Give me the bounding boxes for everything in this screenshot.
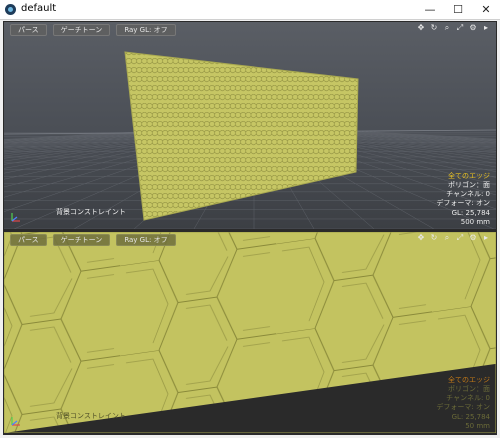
perspective-button[interactable]: パース	[10, 234, 47, 246]
raygl-button[interactable]: Ray GL: オフ	[116, 234, 176, 246]
info-deformers: デフォーマ: オン	[436, 199, 490, 208]
maximize-view-icon[interactable]: ⤢	[456, 24, 464, 32]
viewport-bottom[interactable]: パース ゲーチトーン Ray GL: オフ ✥ ↻ ⌕ ⤢ ⚙ ▸ 背景コンスト…	[4, 232, 496, 433]
move-view-icon[interactable]: ✥	[417, 24, 425, 32]
info-grid-size: 50 mm	[465, 421, 490, 430]
info-channels: チャンネル: 0	[446, 394, 490, 403]
info-channels: チャンネル: 0	[446, 190, 490, 199]
window-titlebar: default — ☐ ✕	[0, 0, 500, 20]
background-constraint-label: 背景コンストレイント	[56, 208, 126, 216]
viewport-bottom-info: 全てのエッジ ポリゴン：面 チャンネル: 0 デフォーマ: オン GL: 25,…	[436, 376, 490, 431]
close-button[interactable]: ✕	[472, 0, 500, 19]
maximize-button[interactable]: ☐	[444, 0, 472, 19]
zoom-view-icon[interactable]: ⌕	[443, 24, 451, 32]
info-gl: GL: 25,784	[451, 412, 490, 421]
viewport-bottom-canvas[interactable]	[4, 232, 496, 433]
shading-button[interactable]: ゲーチトーン	[52, 234, 111, 246]
rotate-view-icon[interactable]: ↻	[430, 24, 438, 32]
info-gl: GL: 25,784	[451, 208, 490, 217]
expand-icon[interactable]: ▸	[482, 234, 490, 242]
info-polygons: ポリゴン：面	[448, 384, 490, 393]
app-icon	[5, 4, 16, 15]
info-edges: 全てのエッジ	[448, 375, 490, 384]
window-title: default	[21, 3, 57, 14]
info-polygons: ポリゴン：面	[448, 180, 490, 189]
axis-gizmo-icon	[11, 213, 20, 222]
axis-gizmo-icon	[11, 417, 20, 426]
viewport-top-canvas[interactable]	[4, 22, 496, 229]
viewport-top[interactable]: パース ゲーチトーン Ray GL: オフ ✥ ↻ ⌕ ⤢ ⚙ ▸ 背景コンスト…	[4, 22, 496, 229]
viewport-bottom-toolbar: パース ゲーチトーン Ray GL: オフ	[10, 234, 176, 246]
info-deformers: デフォーマ: オン	[436, 403, 490, 412]
zoom-view-icon[interactable]: ⌕	[443, 234, 451, 242]
viewport-bottom-nav-icons: ✥ ↻ ⌕ ⤢ ⚙ ▸	[417, 234, 490, 242]
info-grid-size: 500 mm	[460, 217, 490, 226]
move-view-icon[interactable]: ✥	[417, 234, 425, 242]
maximize-view-icon[interactable]: ⤢	[456, 234, 464, 242]
raygl-button[interactable]: Ray GL: オフ	[116, 24, 176, 36]
hex-mesh-closeup[interactable]	[4, 232, 496, 433]
rotate-view-icon[interactable]: ↻	[430, 234, 438, 242]
background-constraint-label: 背景コンストレイント	[56, 412, 126, 420]
settings-icon[interactable]: ⚙	[469, 24, 477, 32]
perspective-button[interactable]: パース	[10, 24, 47, 36]
viewport-top-toolbar: パース ゲーチトーン Ray GL: オフ	[10, 24, 176, 36]
shading-button[interactable]: ゲーチトーン	[52, 24, 111, 36]
minimize-button[interactable]: —	[416, 0, 444, 19]
viewport-top-info: 全てのエッジ ポリゴン：面 チャンネル: 0 デフォーマ: オン GL: 25,…	[436, 172, 490, 227]
viewport-top-nav-icons: ✥ ↻ ⌕ ⤢ ⚙ ▸	[417, 24, 490, 32]
info-edges: 全てのエッジ	[448, 171, 490, 180]
expand-icon[interactable]: ▸	[482, 24, 490, 32]
settings-icon[interactable]: ⚙	[469, 234, 477, 242]
